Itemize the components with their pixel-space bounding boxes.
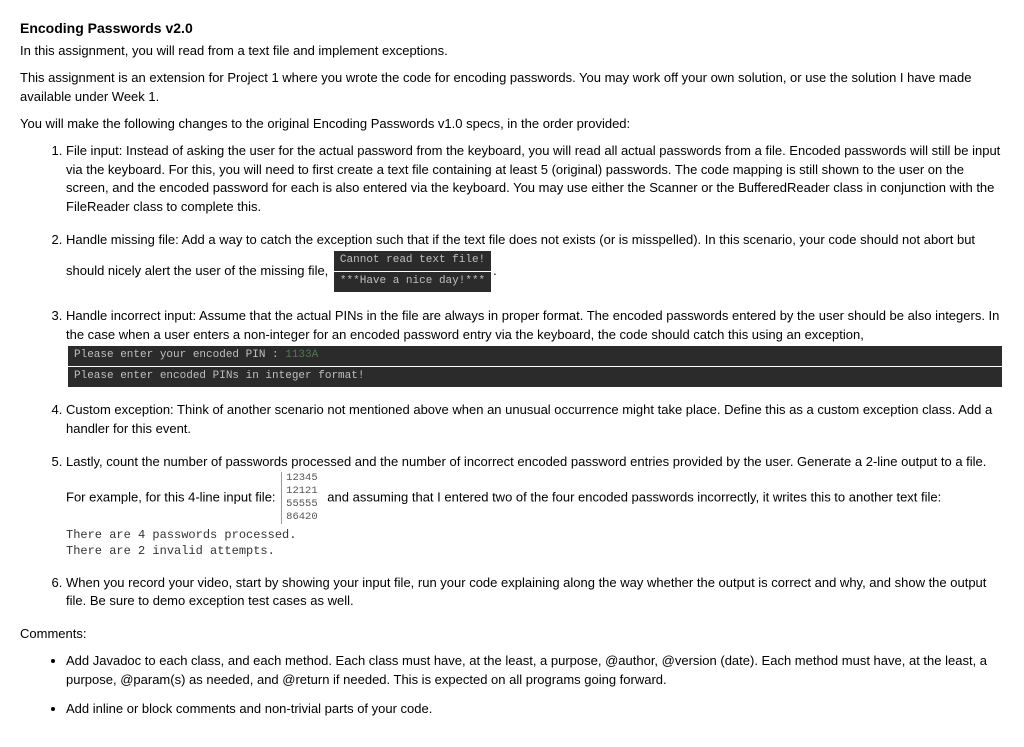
req3-code-line-1: Please enter your encoded PIN : 1133A	[68, 346, 1002, 366]
req5-output-block: There are 4 passwords processed. There a…	[66, 528, 1004, 559]
req2-code-block: Cannot read text file! ***Have a nice da…	[332, 250, 493, 293]
req2-code-line-1: Cannot read text file!	[334, 251, 491, 271]
intro-paragraph-1: In this assignment, you will read from a…	[20, 42, 1004, 61]
requirement-item-5: Lastly, count the number of passwords pr…	[66, 453, 1004, 560]
comment-item-1: Add Javadoc to each class, and each meth…	[66, 652, 1004, 690]
req2-text-b: .	[493, 263, 497, 278]
comments-list: Add Javadoc to each class, and each meth…	[20, 652, 1004, 719]
requirement-item-2: Handle missing file: Add a way to catch …	[66, 231, 1004, 293]
requirement-item-6: When you record your video, start by sho…	[66, 574, 1004, 612]
requirements-list: File input: Instead of asking the user f…	[20, 142, 1004, 612]
comments-heading: Comments:	[20, 625, 1004, 644]
req3-code-block: Please enter your encoded PIN : 1133A Pl…	[66, 346, 1004, 387]
req5-output-line-2: There are 2 invalid attempts.	[66, 544, 1004, 560]
req2-text-a: Handle missing file: Add a way to catch …	[66, 232, 975, 278]
req3-text-a: Handle incorrect input: Assume that the …	[66, 308, 999, 342]
req3-code-line-2: Please enter encoded PINs in integer for…	[68, 367, 1002, 387]
req2-code-line-2: ***Have a nice day!***	[334, 272, 491, 292]
req5-input-file-box: 12345 12121 55555 86420	[281, 472, 322, 525]
req5-text-b: and assuming that I entered two of the f…	[327, 490, 941, 505]
req5-output-line-1: There are 4 passwords processed.	[66, 528, 1004, 544]
requirement-item-4: Custom exception: Think of another scena…	[66, 401, 1004, 439]
requirement-item-1: File input: Instead of asking the user f…	[66, 142, 1004, 217]
intro-paragraph-2: This assignment is an extension for Proj…	[20, 69, 1004, 107]
intro-paragraph-3: You will make the following changes to t…	[20, 115, 1004, 134]
page-title: Encoding Passwords v2.0	[20, 18, 1004, 38]
requirement-item-3: Handle incorrect input: Assume that the …	[66, 307, 1004, 388]
comment-item-2: Add inline or block comments and non-tri…	[66, 700, 1004, 719]
